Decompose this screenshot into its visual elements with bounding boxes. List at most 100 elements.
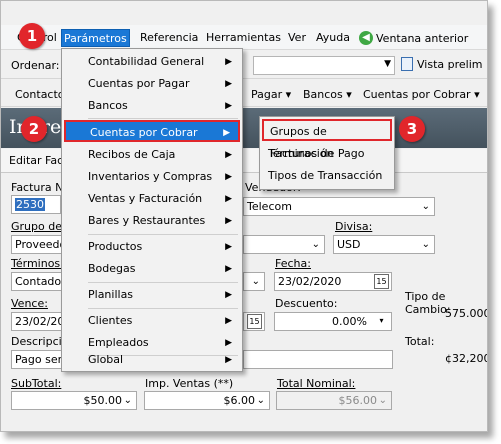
total-nominal-label: Total Nominal: — [277, 377, 356, 390]
vista-preliminar-button[interactable]: Vista prelim — [401, 57, 482, 71]
sort-combo[interactable]: ▼ — [253, 56, 395, 75]
menu-item-bancos[interactable]: Bancos ▶ — [64, 95, 240, 117]
terminos-label: Términos: — [11, 257, 64, 270]
chevron-down-icon: ⌄ — [256, 395, 265, 406]
submenu-arrow-icon: ▶ — [225, 172, 232, 182]
submenu-arrow-icon: ▶ — [225, 242, 232, 252]
menu-item-tipos-transaccion[interactable]: Tipos de Transacción — [262, 165, 392, 187]
calendar-icon[interactable]: 15 — [374, 274, 389, 289]
back-button-label: Ventana anterior — [376, 31, 469, 45]
menu-item-clientes[interactable]: Clientes ▶ — [64, 310, 240, 332]
cliente-select[interactable]: Telecom ⌄ — [243, 197, 435, 216]
descripcion-field-tail[interactable] — [243, 350, 393, 369]
menu-item-ventas[interactable]: Ventas y Facturación ▶ — [64, 188, 240, 210]
descuento-value: 0.00% — [332, 315, 367, 328]
fecha-value: 23/02/2020 — [278, 275, 342, 288]
chevron-down-icon: ⌄ — [123, 395, 132, 406]
subtotal-label: SubTotal: — [11, 377, 62, 390]
total-nominal-value: $56.00 — [338, 394, 378, 407]
fecha-label: Fecha: — [275, 257, 311, 270]
vence-field[interactable]: 23/02/20 — [11, 312, 65, 331]
chevron-down-icon: ⌄ — [311, 239, 320, 250]
menu-separator — [88, 234, 238, 235]
cliente-value: Telecom — [247, 200, 292, 213]
factura-number-value: 2530 — [15, 198, 45, 211]
total-nominal-field: $56.00 ⌄ — [276, 391, 392, 410]
menubar: Control Parámetros Referencia Herramient… — [1, 25, 487, 50]
factura-number-field[interactable]: 2530 — [11, 195, 61, 214]
menu-item-global[interactable]: Global ▶ — [64, 349, 240, 371]
menu-separator — [88, 282, 238, 283]
menu-item-recibos-caja[interactable]: Recibos de Caja ▶ — [64, 144, 240, 166]
toolbar-cxc[interactable]: Cuentas por Cobrar ▾ — [363, 88, 480, 101]
menu-item-contabilidad[interactable]: Contabilidad General ▶ — [64, 51, 240, 73]
vence-field-tail[interactable]: 15 — [243, 312, 265, 331]
descuento-label: Descuento: — [275, 297, 338, 310]
descripcion-field[interactable]: Pago serv — [11, 350, 65, 369]
submenu-arrow-icon: ▶ — [225, 290, 232, 300]
chevron-down-icon: ⌄ — [251, 276, 260, 287]
menu-item-grupos-facturacion[interactable]: Grupos de Facturación — [262, 119, 392, 160]
menu-separator — [88, 308, 238, 309]
spinner-icon[interactable]: ▾ — [374, 314, 389, 329]
fecha-field[interactable]: 23/02/2020 15 — [274, 272, 392, 291]
impuesto-label: Imp. Ventas (**) — [145, 377, 234, 390]
tipo-cambio-value: 575.000 — [445, 307, 488, 320]
submenu-arrow-icon: ▶ — [225, 194, 232, 204]
submenu-arrow-icon: ▶ — [225, 216, 232, 226]
menu-item-cuentas-por-cobrar[interactable]: Cuentas por Cobrar ▶ — [64, 120, 240, 142]
submenu-arrow-icon: ▶ — [223, 128, 230, 138]
vista-label: Vista prelim — [417, 57, 483, 71]
menu-referencia[interactable]: Referencia — [138, 29, 200, 47]
subtotal-value: $50.00 — [83, 394, 123, 407]
impuesto-field[interactable]: $6.00 ⌄ — [144, 391, 270, 410]
step-badge-1: 1 — [19, 23, 45, 49]
menu-item-terminos-pago[interactable]: Términos de Pago — [262, 143, 392, 165]
descripcion-value: Pago serv — [15, 353, 65, 366]
chevron-down-icon: ▼ — [384, 59, 391, 69]
menu-ver[interactable]: Ver — [286, 29, 308, 47]
terminos-value: Contado — [15, 275, 62, 288]
divisa-select[interactable]: USD ⌄ — [333, 235, 435, 254]
total-label: Total: — [405, 335, 435, 348]
back-button[interactable]: ◀ Ventana anterior — [359, 28, 468, 48]
toolbar-pagar[interactable]: Pagar ▾ — [251, 88, 291, 101]
step-badge-3: 3 — [399, 116, 425, 142]
divisa-label: Divisa: — [335, 220, 373, 233]
menu-herramientas[interactable]: Herramientas — [204, 29, 283, 47]
submenu-arrow-icon: ▶ — [225, 355, 232, 365]
toolbar-bancos[interactable]: Bancos ▾ — [303, 88, 352, 101]
submenu-arrow-icon: ▶ — [225, 150, 232, 160]
ordenar-label: Ordenar: — [11, 59, 60, 72]
grupo-value: Proveedo — [15, 238, 65, 251]
chevron-down-icon: ⌄ — [421, 201, 430, 212]
chevron-down-icon: ⌄ — [421, 239, 430, 250]
application-window: Control Parámetros Referencia Herramient… — [0, 0, 488, 432]
menu-item-planillas[interactable]: Planillas ▶ — [64, 284, 240, 306]
menu-ayuda[interactable]: Ayuda — [314, 29, 352, 47]
submenu-arrow-icon: ▶ — [225, 264, 232, 274]
submenu-arrow-icon: ▶ — [225, 101, 232, 111]
subtotal-field[interactable]: $50.00 ⌄ — [11, 391, 137, 410]
calendar-icon[interactable]: 15 — [247, 314, 262, 329]
grupo-select-tail[interactable]: ⌄ — [243, 235, 325, 254]
menu-item-productos[interactable]: Productos ▶ — [64, 236, 240, 258]
menu-item-bodegas[interactable]: Bodegas ▶ — [64, 258, 240, 280]
parametros-menu: Contabilidad General ▶ Cuentas por Pagar ▶… — [61, 48, 243, 372]
descuento-field[interactable]: 0.00% ▾ — [274, 312, 392, 331]
terminos-select[interactable]: Contado — [11, 272, 65, 291]
submenu-arrow-icon: ▶ — [225, 316, 232, 326]
step-badge-2: 2 — [21, 116, 47, 142]
vence-label: Vence: — [11, 297, 48, 310]
grupo-select[interactable]: Proveedo — [11, 235, 65, 254]
menu-separator — [88, 118, 238, 119]
terminos-select-tail[interactable]: ⌄ — [243, 272, 265, 291]
chevron-down-icon: ⌄ — [378, 395, 387, 406]
menu-item-inventarios[interactable]: Inventarios y Compras ▶ — [64, 166, 240, 188]
divisa-value: USD — [337, 238, 361, 251]
menu-item-cuentas-por-pagar[interactable]: Cuentas por Pagar ▶ — [64, 73, 240, 95]
vence-value: 23/02/20 — [15, 315, 65, 328]
menu-parametros[interactable]: Parámetros — [61, 29, 130, 47]
submenu-arrow-icon: ▶ — [225, 79, 232, 89]
menu-item-bares[interactable]: Bares y Restaurantes ▶ — [64, 210, 240, 232]
